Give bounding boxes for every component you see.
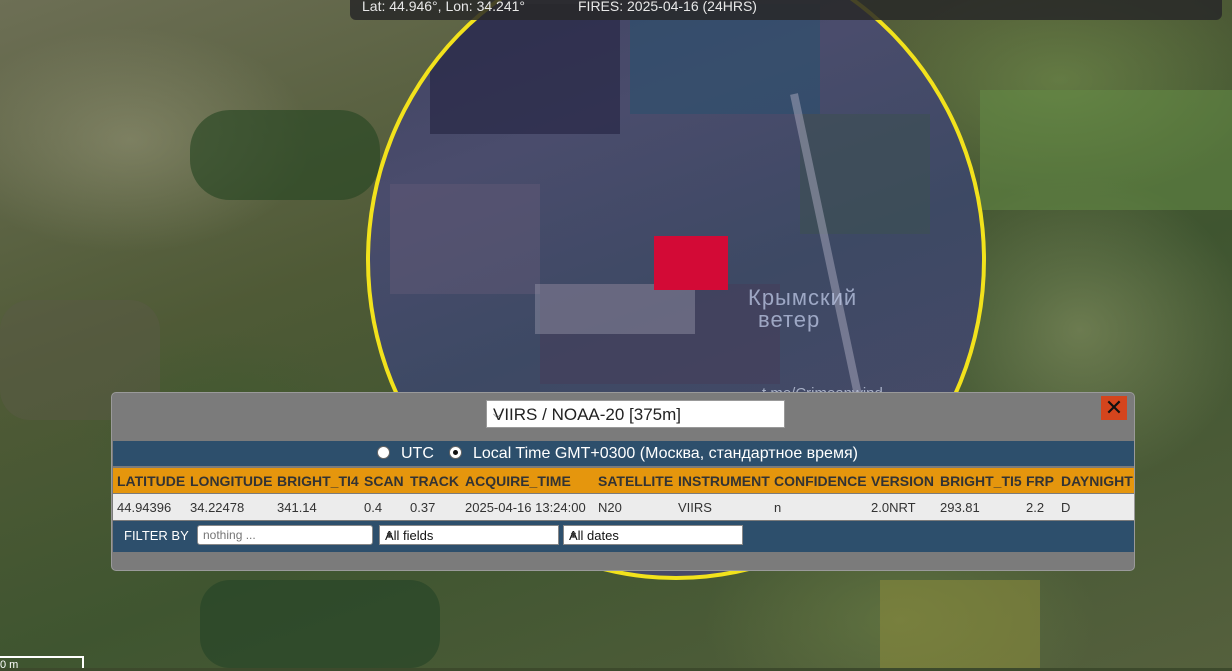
utc-label: UTC <box>401 445 434 462</box>
col-daynight[interactable]: DAYNIGHT <box>1061 473 1133 489</box>
cell-instrument: VIIRS <box>678 500 712 515</box>
forest-patch <box>200 580 440 668</box>
forest-patch <box>190 110 380 200</box>
cell-bright-ti4: 341.14 <box>277 500 317 515</box>
fire-hotspot-marker[interactable] <box>654 236 728 290</box>
col-latitude[interactable]: LATITUDE <box>117 473 185 489</box>
table-header-row: LATITUDE LONGITUDE BRIGHT_TI4 SCAN TRACK… <box>113 468 1134 493</box>
filter-label: FILTER BY <box>124 528 189 543</box>
col-track[interactable]: TRACK <box>410 473 459 489</box>
col-frp[interactable]: FRP <box>1026 473 1054 489</box>
col-acquire-time[interactable]: ACQUIRE_TIME <box>465 473 571 489</box>
col-version[interactable]: VERSION <box>871 473 934 489</box>
chevron-down-icon: ⌵ <box>493 409 502 421</box>
col-longitude[interactable]: LONGITUDE <box>190 473 272 489</box>
scale-label: 0 m <box>0 659 19 671</box>
field-select[interactable]: All fields ▼ <box>379 525 559 545</box>
cell-track: 0.37 <box>410 500 436 515</box>
time-zone-toggle: UTC Local Time GMT+0300 (Москва, стандар… <box>113 441 1134 466</box>
fires-date-label: FIRES: 2025-04-16 (24HRS) <box>578 0 757 14</box>
watermark-line2: ветер <box>758 307 821 332</box>
close-button[interactable]: ✕ <box>1101 396 1127 420</box>
farm-field <box>880 580 1040 668</box>
local-time-radio[interactable] <box>449 446 462 459</box>
local-time-label: Local Time GMT+0300 (Москва, стандартное… <box>473 445 858 462</box>
col-bright-ti4[interactable]: BRIGHT_TI4 <box>277 473 359 489</box>
col-bright-ti5[interactable]: BRIGHT_TI5 <box>940 473 1022 489</box>
cell-daynight: D <box>1061 500 1071 515</box>
cell-satellite: N20 <box>598 500 622 515</box>
cell-latitude: 44.94396 <box>117 500 172 515</box>
farm-field <box>980 90 1232 210</box>
watermark-logo: Крымский ветер <box>748 287 928 362</box>
col-satellite[interactable]: SATELLITE <box>598 473 673 489</box>
field-patch <box>390 184 540 294</box>
cursor-coordinates: Lat: 44.946°, Lon: 34.241° <box>362 0 525 14</box>
cell-confidence: n <box>774 500 782 515</box>
cell-acquire-time: 2025-04-16 13:24:00 <box>465 500 586 515</box>
cell-version: 2.0NRT <box>871 500 916 515</box>
satellite-select[interactable]: VIIRS / NOAA-20 [375m] ⌵ <box>486 400 785 428</box>
filter-input[interactable] <box>197 525 373 545</box>
utc-radio[interactable] <box>377 446 390 459</box>
filter-bar: FILTER BY All fields ▼ All dates ▼ <box>113 521 1134 552</box>
dark-field <box>430 4 620 134</box>
chevron-down-icon: ▼ <box>569 530 578 540</box>
industrial-site <box>535 284 695 334</box>
cell-longitude: 34.22478 <box>190 500 245 515</box>
chevron-down-icon: ▼ <box>385 530 394 540</box>
cell-scan: 0.4 <box>364 500 383 515</box>
map-scale-bar: 0 m <box>0 656 84 671</box>
col-scan[interactable]: SCAN <box>364 473 404 489</box>
cell-bright-ti5: 293.81 <box>940 500 980 515</box>
col-confidence[interactable]: CONFIDENCE <box>774 473 867 489</box>
col-instrument[interactable]: INSTRUMENT <box>678 473 770 489</box>
fire-info-popup: VIIRS / NOAA-20 [375m] ⌵ ✕ UTC Local Tim… <box>111 392 1135 571</box>
table-row[interactable]: 44.94396 34.22478 341.14 0.4 0.37 2025-0… <box>113 494 1134 520</box>
watermark-line1: Крымский <box>748 285 858 310</box>
map-status-bar: Lat: 44.946°, Lon: 34.241° FIRES: 2025-0… <box>350 0 1222 20</box>
date-select[interactable]: All dates ▼ <box>563 525 743 545</box>
cell-frp: 2.2 <box>1026 500 1045 515</box>
